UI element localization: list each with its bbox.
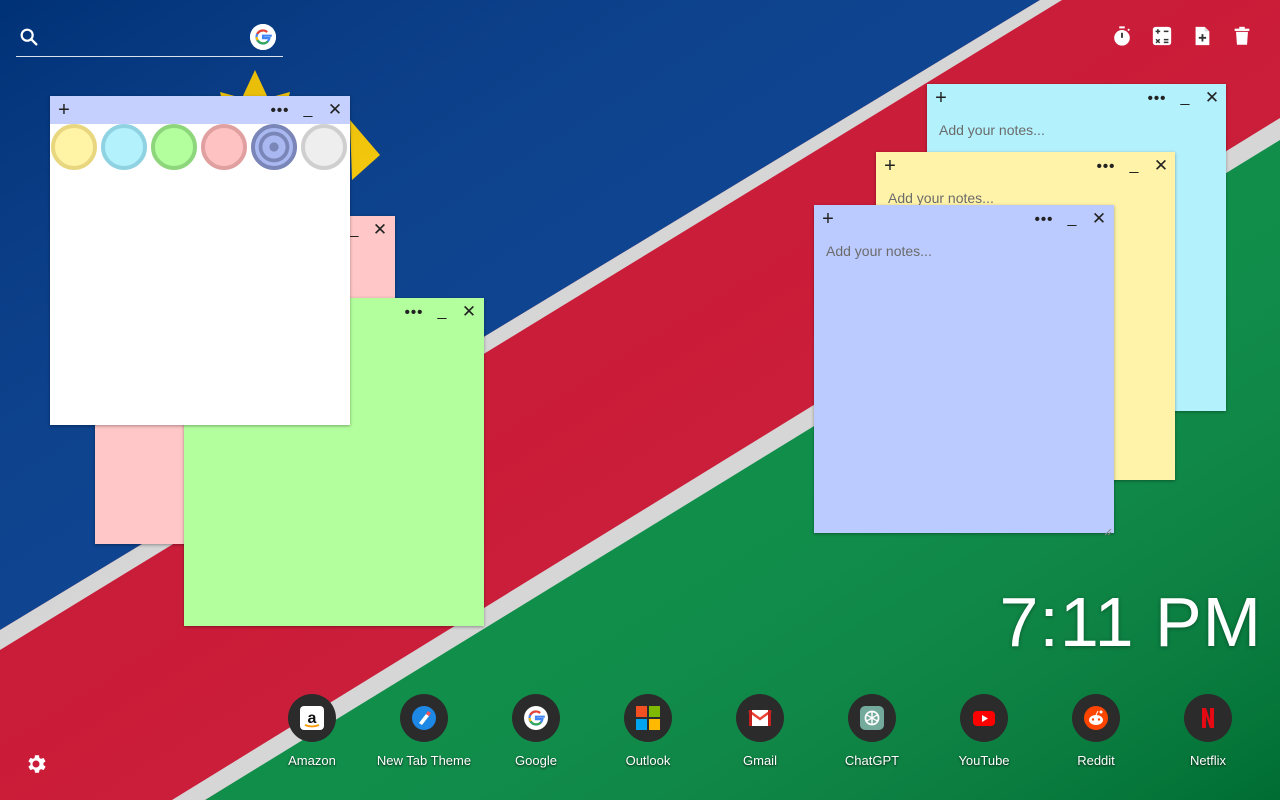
- color-swatch-cyan[interactable]: [101, 124, 147, 170]
- minimize-icon[interactable]: _: [296, 96, 320, 124]
- shortcut-label: Outlook: [625, 753, 671, 768]
- close-icon[interactable]: ✕: [1200, 84, 1224, 112]
- shortcut-label: Netflix: [1189, 753, 1227, 768]
- shortcut-youtube[interactable]: YouTube: [928, 694, 1040, 768]
- color-swatch-green[interactable]: [151, 124, 197, 170]
- top-toolbar: [1110, 24, 1254, 48]
- more-options-icon[interactable]: •••: [268, 96, 292, 124]
- google-icon: [512, 694, 560, 742]
- color-palette: [50, 124, 350, 176]
- svg-text:a: a: [308, 710, 317, 727]
- outlook-icon: [624, 694, 672, 742]
- shortcut-label: Reddit: [1077, 753, 1115, 768]
- shortcut-label: New Tab Theme: [376, 753, 472, 768]
- more-options-icon[interactable]: •••: [1145, 84, 1169, 112]
- timer-icon[interactable]: [1110, 24, 1134, 48]
- close-icon[interactable]: ✕: [1087, 205, 1111, 233]
- minimize-icon[interactable]: _: [430, 298, 454, 326]
- color-swatch-pink[interactable]: [201, 124, 247, 170]
- search-bar: [16, 22, 283, 57]
- search-input[interactable]: [50, 24, 244, 52]
- resize-handle[interactable]: [1104, 523, 1112, 536]
- shortcut-gmail[interactable]: Gmail: [704, 694, 816, 768]
- add-note-icon[interactable]: +: [929, 84, 953, 112]
- trash-icon[interactable]: [1230, 24, 1254, 48]
- shortcut-chatgpt[interactable]: ChatGPT: [816, 694, 928, 768]
- more-options-icon[interactable]: •••: [1094, 152, 1118, 180]
- shortcut-outlook[interactable]: Outlook: [592, 694, 704, 768]
- settings-gear-icon[interactable]: [24, 752, 48, 776]
- close-icon[interactable]: ✕: [457, 298, 481, 326]
- shortcut-netflix[interactable]: Netflix: [1152, 694, 1264, 768]
- shortcut-new-tab-theme[interactable]: New Tab Theme: [368, 694, 480, 768]
- sticky-note-periwinkle[interactable]: + ••• _ ✕: [814, 205, 1114, 536]
- color-swatch-gray[interactable]: [301, 124, 347, 170]
- close-icon[interactable]: ✕: [323, 96, 347, 124]
- minimize-icon[interactable]: _: [1173, 84, 1197, 112]
- shortcut-label: Google: [515, 753, 557, 768]
- note-header[interactable]: + ••• _ ✕: [50, 96, 350, 124]
- chatgpt-icon: [848, 694, 896, 742]
- shortcut-label: Amazon: [288, 753, 336, 768]
- shortcut-amazon[interactable]: a Amazon: [256, 694, 368, 768]
- amazon-icon: a: [288, 694, 336, 742]
- new-tab-theme-icon: [400, 694, 448, 742]
- close-icon[interactable]: ✕: [1149, 152, 1173, 180]
- color-swatch-blue[interactable]: [251, 124, 297, 170]
- shortcut-reddit[interactable]: Reddit: [1040, 694, 1152, 768]
- reddit-icon: [1072, 694, 1120, 742]
- shortcut-label: Gmail: [743, 753, 777, 768]
- shortcut-label: YouTube: [958, 753, 1010, 768]
- gmail-icon: [736, 694, 784, 742]
- netflix-icon: [1184, 694, 1232, 742]
- youtube-icon: [960, 694, 1008, 742]
- shortcut-google[interactable]: Google: [480, 694, 592, 768]
- sticky-note-white[interactable]: + ••• _ ✕: [50, 96, 350, 425]
- add-note-icon[interactable]: +: [816, 205, 840, 233]
- more-options-icon[interactable]: •••: [1032, 205, 1056, 233]
- color-swatch-yellow[interactable]: [51, 124, 97, 170]
- new-note-icon[interactable]: [1190, 24, 1214, 48]
- note-header[interactable]: + ••• _ ✕: [876, 152, 1175, 180]
- search-icon[interactable]: [18, 26, 40, 48]
- minimize-icon[interactable]: _: [1060, 205, 1084, 233]
- more-options-icon[interactable]: •••: [402, 298, 426, 326]
- note-header[interactable]: + ••• _ ✕: [927, 84, 1226, 112]
- note-header[interactable]: + ••• _ ✕: [814, 205, 1114, 233]
- note-textarea[interactable]: [824, 241, 1104, 523]
- google-search-icon[interactable]: [250, 24, 276, 50]
- clock-display: 7:11 PM: [999, 583, 1262, 661]
- add-note-icon[interactable]: +: [878, 152, 902, 180]
- close-icon[interactable]: ✕: [368, 216, 392, 244]
- shortcut-label: ChatGPT: [844, 753, 900, 768]
- minimize-icon[interactable]: _: [1122, 152, 1146, 180]
- calculator-icon[interactable]: [1150, 24, 1174, 48]
- add-note-icon[interactable]: +: [52, 96, 76, 124]
